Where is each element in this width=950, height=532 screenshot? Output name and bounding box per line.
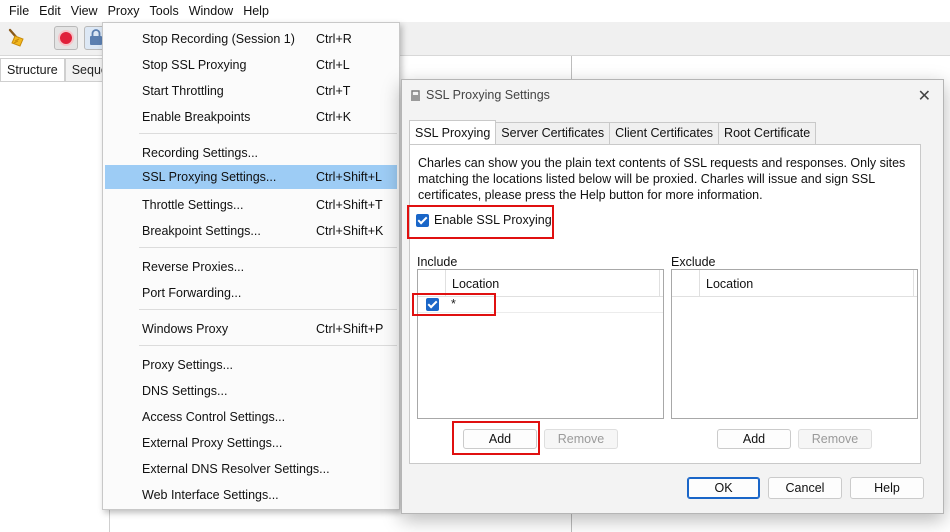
menu-item-stop-recording[interactable]: Stop Recording (Session 1) Ctrl+R	[105, 27, 397, 51]
menu-item-external-dns-resolver-settings[interactable]: External DNS Resolver Settings...	[105, 457, 397, 481]
menu-item-label: Reverse Proxies...	[142, 260, 245, 274]
exclude-label: Exclude	[671, 255, 716, 269]
menu-item-label: Throttle Settings...	[142, 198, 244, 212]
menu-separator	[139, 345, 397, 346]
menu-item-label: SSL Proxying Settings...	[142, 170, 277, 184]
menu-tools[interactable]: Tools	[145, 0, 184, 22]
menu-view[interactable]: View	[66, 0, 103, 22]
tab-root-certificate[interactable]: Root Certificate	[718, 122, 817, 144]
header-edge	[659, 270, 663, 297]
close-icon[interactable]: ✕	[918, 86, 931, 106]
menu-item-external-proxy-settings[interactable]: External Proxy Settings...	[105, 431, 397, 455]
menu-item-start-throttling[interactable]: Start Throttling Ctrl+T	[105, 79, 397, 103]
settings-icon	[410, 89, 421, 102]
ok-button[interactable]: OK	[687, 477, 760, 499]
menu-separator	[139, 133, 397, 134]
cancel-button[interactable]: Cancel	[768, 477, 842, 499]
menu-item-port-forwarding[interactable]: Port Forwarding...	[105, 281, 397, 305]
menu-item-label: Windows Proxy	[142, 322, 229, 336]
menu-item-label: Enable Breakpoints	[142, 110, 251, 124]
menu-separator	[139, 309, 397, 310]
include-remove-button[interactable]: Remove	[544, 429, 618, 449]
record-icon[interactable]	[54, 26, 78, 50]
menu-bar: File Edit View Proxy Tools Window Help	[0, 0, 950, 22]
annotation-box-enable	[407, 205, 554, 239]
menu-item-stop-ssl-proxying[interactable]: Stop SSL Proxying Ctrl+L	[105, 53, 397, 77]
proxy-menu-dropdown: Stop Recording (Session 1) Ctrl+R Stop SS…	[102, 22, 400, 510]
menu-item-breakpoint-settings[interactable]: Breakpoint Settings... Ctrl+Shift+K	[105, 219, 397, 243]
tab-server-certificates[interactable]: Server Certificates	[495, 122, 611, 144]
menu-item-shortcut: Ctrl+T	[316, 84, 351, 98]
menu-item-proxy-settings[interactable]: Proxy Settings...	[105, 353, 397, 377]
column-header-location[interactable]: Location	[452, 277, 499, 291]
dialog-tabs: SSL Proxying Server Certificates Client …	[409, 120, 817, 144]
annotation-box-add	[452, 421, 540, 455]
menu-item-dns-settings[interactable]: DNS Settings...	[105, 379, 397, 403]
menu-file[interactable]: File	[4, 0, 34, 22]
menu-item-ssl-proxying-settings[interactable]: SSL Proxying Settings... Ctrl+Shift+L	[105, 165, 397, 189]
menu-item-label: DNS Settings...	[142, 384, 228, 398]
annotation-box-row	[412, 293, 496, 316]
menu-item-shortcut: Ctrl+Shift+L	[316, 170, 383, 184]
tab-client-certificates[interactable]: Client Certificates	[609, 122, 720, 144]
menu-item-web-interface-settings[interactable]: Web Interface Settings...	[105, 483, 397, 507]
menu-window[interactable]: Window	[184, 0, 238, 22]
exclude-add-button[interactable]: Add	[717, 429, 791, 449]
menu-help[interactable]: Help	[238, 0, 274, 22]
dialog-title: SSL Proxying Settings	[426, 88, 550, 102]
menu-item-windows-proxy[interactable]: Windows Proxy Ctrl+Shift+P	[105, 317, 397, 341]
menu-item-label: Breakpoint Settings...	[142, 224, 261, 238]
menu-item-shortcut: Ctrl+Shift+K	[316, 224, 384, 238]
broom-icon[interactable]	[6, 26, 30, 50]
menu-item-label: Start Throttling	[142, 84, 224, 98]
menu-item-label: External Proxy Settings...	[142, 436, 283, 450]
menu-item-shortcut: Ctrl+Shift+T	[316, 198, 383, 212]
help-button[interactable]: Help	[850, 477, 924, 499]
menu-item-label: Port Forwarding...	[142, 286, 242, 300]
header-edge	[913, 270, 917, 297]
column-header-location[interactable]: Location	[706, 277, 753, 291]
menu-separator	[139, 247, 397, 248]
menu-edit[interactable]: Edit	[34, 0, 66, 22]
tab-structure[interactable]: Structure	[0, 58, 65, 81]
menu-item-label: Proxy Settings...	[142, 358, 234, 372]
header-checkbox-column	[672, 270, 700, 297]
view-tabs: Structure Sequer	[0, 58, 120, 82]
exclude-table[interactable]: Location	[671, 269, 918, 419]
menu-item-label: Recording Settings...	[142, 146, 259, 160]
tab-ssl-proxying[interactable]: SSL Proxying	[409, 120, 497, 144]
table-header: Location	[672, 270, 917, 297]
include-label: Include	[417, 255, 458, 269]
menu-item-shortcut: Ctrl+Shift+P	[316, 322, 384, 336]
exclude-remove-button[interactable]: Remove	[798, 429, 872, 449]
dialog-title-bar[interactable]: SSL Proxying Settings ✕	[402, 80, 943, 112]
menu-item-label: Access Control Settings...	[142, 410, 286, 424]
session-tree-pane	[0, 82, 110, 532]
menu-item-enable-breakpoints[interactable]: Enable Breakpoints Ctrl+K	[105, 105, 397, 129]
menu-item-label: External DNS Resolver Settings...	[142, 462, 330, 476]
include-table[interactable]: Location *	[417, 269, 664, 419]
menu-item-shortcut: Ctrl+K	[316, 110, 352, 124]
menu-item-reverse-proxies[interactable]: Reverse Proxies...	[105, 255, 397, 279]
ssl-description: Charles can show you the plain text cont…	[418, 156, 906, 202]
menu-item-shortcut: Ctrl+L	[316, 58, 350, 72]
menu-item-label: Web Interface Settings...	[142, 488, 279, 502]
menu-item-shortcut: Ctrl+R	[316, 32, 352, 46]
menu-item-label: Stop SSL Proxying	[142, 58, 247, 72]
menu-proxy[interactable]: Proxy	[103, 0, 145, 22]
menu-item-throttle-settings[interactable]: Throttle Settings... Ctrl+Shift+T	[105, 193, 397, 217]
menu-item-recording-settings[interactable]: Recording Settings...	[105, 141, 397, 165]
menu-item-label: Stop Recording (Session 1)	[142, 32, 295, 46]
menu-item-access-control-settings[interactable]: Access Control Settings...	[105, 405, 397, 429]
